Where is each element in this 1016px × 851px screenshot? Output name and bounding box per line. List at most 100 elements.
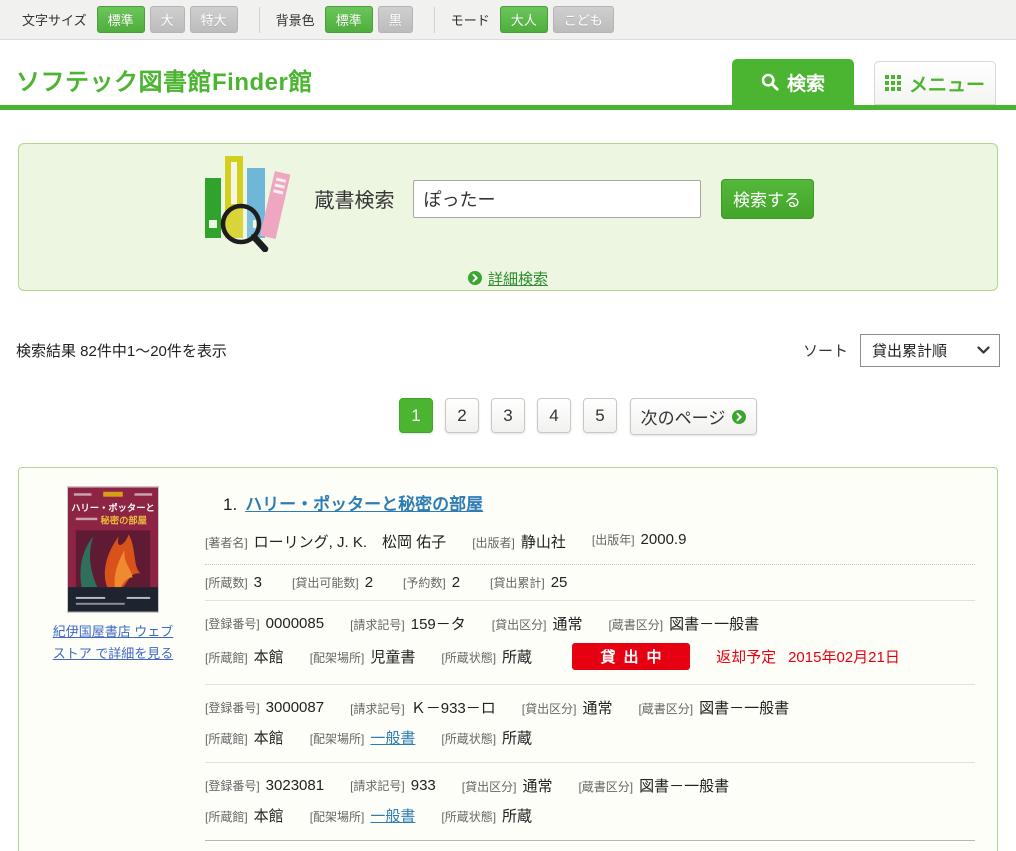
page-button-4[interactable]: 4 [537,398,571,433]
library-label: [所蔵館] [205,808,248,825]
meta-row: [著者名]ローリング, J. K. 松岡 佑子 [出版者]静山社 [出版年]20… [205,531,975,552]
site-title[interactable]: ソフテック図書館Finder館 [16,62,313,97]
library-label: [所蔵館] [205,730,248,747]
mode-adult-button[interactable]: 大人 [500,6,548,33]
return-due-date: 2015年02月21日 [788,646,900,667]
shelf-label: [配架場所] [310,808,365,825]
page-button-2[interactable]: 2 [445,398,479,433]
tab-menu-label: メニュー [909,70,985,97]
library-value: 本館 [254,727,284,748]
sort-select[interactable]: 貸出累計順 [860,334,1000,367]
author-label: [著者名] [205,534,248,551]
divider [434,7,435,33]
return-due-label: 返却予定 [716,646,776,667]
holding-record: [登録番号]3023081 [請求記号]933 [貸出区分]通常 [蔵書区分]図… [205,763,975,841]
shelf-value: 児童書 [370,646,415,667]
results-summary: 検索結果 82件中1〜20件を表示 [16,340,227,361]
loan-type-label: [貸出区分] [522,700,577,717]
books-search-icon [203,146,291,252]
reg-number-value: 3023081 [266,777,324,794]
call-number-label: [請求記号] [350,616,405,633]
chevron-down-icon [977,346,990,354]
holding-record: [登録番号]0000085 [請求記号]159－タ [貸出区分]通常 [蔵書区分… [205,601,975,685]
sort-selected-value: 貸出累計順 [872,340,947,361]
library-value: 本館 [254,646,284,667]
font-size-large-button[interactable]: 大 [150,6,185,33]
tab-search-label: 検索 [787,69,825,96]
divider [259,7,260,33]
shelf-location-link[interactable]: 一般書 [370,727,415,748]
tab-search[interactable]: 検索 [732,59,854,105]
collection-type-label: [蔵書区分] [638,700,693,717]
pub-year-value: 2000.9 [641,531,687,548]
counts-row: [所蔵数]3 [貸出可能数]2 [予約数]2 [貸出累計]25 [205,565,975,600]
available-count-value: 2 [365,574,373,591]
mode-label: モード [451,10,490,29]
reg-number-label: [登録番号] [205,777,260,794]
svg-text:秘密の部屋: 秘密の部屋 [101,515,147,526]
font-size-label: 文字サイズ [22,10,87,29]
search-input[interactable] [413,180,701,218]
search-icon [761,73,779,91]
shelf-location-link[interactable]: 一般書 [370,805,415,826]
loan-type-value: 通常 [582,697,612,718]
state-label: [所蔵状態] [441,649,496,666]
call-number-value: 933 [411,777,436,794]
tab-menu[interactable]: メニュー [874,61,996,105]
result-item-details: 1. ハリー・ポッターと秘密の部屋 [著者名] ローリング, J. K. 松岡 佑… [205,486,975,851]
loan-type-value: 通常 [552,613,582,634]
page-button-1[interactable]: 1 [399,398,433,433]
search-button[interactable]: 検索する [721,179,814,219]
page-button-5[interactable]: 5 [583,398,617,433]
collection-type-label: [蔵書区分] [578,778,633,795]
next-page-button[interactable]: 次のページ [630,398,757,435]
library-value: 本館 [254,805,284,826]
reg-number-label: [登録番号] [205,699,260,716]
state-label: [所蔵状態] [441,808,496,825]
call-number-value: Ｋ－933－ロ [411,697,496,718]
header: ソフテック図書館Finder館 検索 [0,40,1016,110]
result-item-media: ハリー・ポッターと 秘密の部屋 紀伊国屋書店 ウェブストア で詳細を見る [51,486,175,851]
state-value: 所蔵 [502,727,532,748]
svg-text:ハリー・ポッターと: ハリー・ポッターと [71,502,155,513]
collection-type-value: 図書－一般書 [639,775,729,796]
header-tabs: 検索 メニュー [732,59,996,105]
kinokuniya-store-link[interactable]: 紀伊国屋書店 ウェブストア で詳細を見る [51,621,175,665]
reg-number-value: 3000087 [266,699,324,716]
bg-black-button[interactable]: 黒 [378,6,413,33]
sort-label: ソート [803,340,848,361]
arrow-circle-icon [732,410,746,424]
reserve-count-value: 2 [452,574,460,591]
call-number-label: [請求記号] [350,700,405,717]
collection-type-value: 図書－一般書 [699,697,789,718]
state-value: 所蔵 [502,805,532,826]
collection-type-label: [蔵書区分] [608,616,663,633]
mode-kids-button[interactable]: こども [553,6,614,33]
author-value: ローリング, J. K. 松岡 佑子 [254,531,447,552]
loan-total-label: [貸出累計] [490,574,545,591]
shelf-label: [配架場所] [310,730,365,747]
reg-number-label: [登録番号] [205,615,260,632]
font-size-standard-button[interactable]: 標準 [97,6,145,33]
page-button-3[interactable]: 3 [491,398,525,433]
available-count-label: [貸出可能数] [292,574,359,591]
holdings-count-label: [所蔵数] [205,574,248,591]
bg-standard-button[interactable]: 標準 [325,6,373,33]
pagination: 1 2 3 4 5 次のページ [0,398,1016,435]
font-size-xlarge-button[interactable]: 特大 [190,6,238,33]
header-accent-bar [0,105,1016,110]
book-cover-image[interactable]: ハリー・ポッターと 秘密の部屋 [67,486,159,613]
menu-grid-icon [885,75,901,91]
loan-type-label: [貸出区分] [462,778,517,795]
result-title-link[interactable]: ハリー・ポッターと秘密の部屋 [245,490,483,515]
publisher-value: 静山社 [521,531,566,552]
library-label: [所蔵館] [205,649,248,666]
advanced-search-link[interactable]: 詳細検索 [488,268,548,289]
status-badge: 貸出中 [572,643,690,670]
loan-total-value: 25 [551,574,568,591]
result-number: 1. [223,495,237,515]
loan-type-value: 通常 [522,775,552,796]
arrow-circle-icon [468,271,482,285]
holdings-count-value: 3 [254,574,262,591]
accessibility-bar: 文字サイズ 標準 大 特大 背景色 標準 黒 モード 大人 こども [0,0,1016,40]
